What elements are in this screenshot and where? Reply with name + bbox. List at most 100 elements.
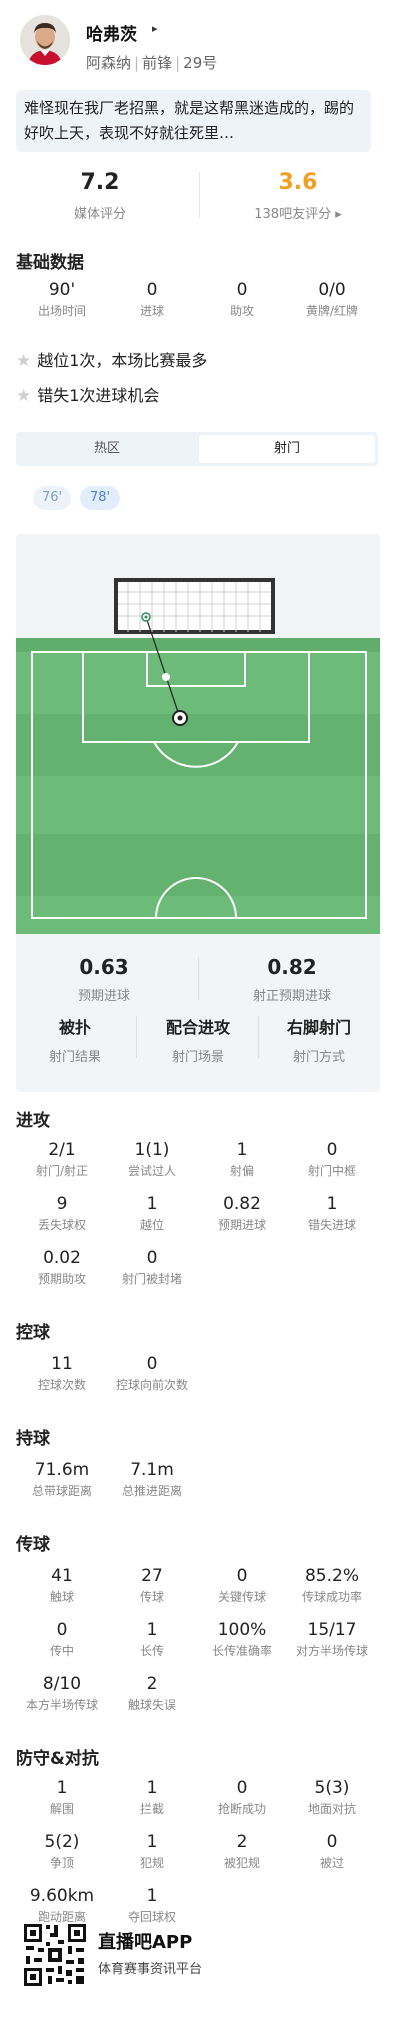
stat-long-ball-accuracy: 100% 长传准确率 [197, 1620, 287, 1659]
stat-label: 长传 [139, 1644, 164, 1658]
shot-result-label: 射门结果 [48, 1050, 101, 1065]
stat-expected-goals: 0.82 预期进球 [197, 1194, 287, 1233]
stat-value: 0.02 [43, 1248, 81, 1268]
stat-opp-half-passes: 15/17 对方半场传球 [287, 1620, 377, 1659]
media-rating-value: 7.2 [80, 170, 120, 195]
fan-rating[interactable]: 3.6 138吧友评分 ▸ [208, 170, 388, 222]
stat-value: 5(2) [44, 1832, 80, 1852]
shot-situation-value: 配合进攻 [165, 1018, 230, 1037]
view-tabs: 热区 射门 [16, 432, 378, 466]
stat-label: 抢断成功 [217, 1802, 266, 1816]
stat-label: 越位 [139, 1218, 164, 1232]
shot-map [16, 578, 380, 934]
stat-dribbles: 1(1) 尝试过人 [107, 1140, 197, 1179]
shot-body-part-label: 射门方式 [292, 1050, 345, 1065]
stat-value: 1 [56, 1778, 68, 1798]
stat-label: 拦截 [139, 1802, 164, 1816]
stat-value: 0/0 [318, 280, 346, 300]
stat-label: 进球 [139, 304, 164, 318]
blocker-marker [162, 673, 170, 681]
stat-value: 100% [217, 1620, 267, 1640]
player-header: 哈弗茨 ▸ 阿森纳 | 前锋 | 29号 [0, 0, 400, 80]
stat-label: 争顶 [49, 1856, 74, 1870]
stat-label: 对方半场传球 [295, 1644, 368, 1658]
caret-right-icon[interactable]: ▸ [152, 22, 158, 35]
stat-value: 71.6m [34, 1460, 90, 1480]
stat-label: 助攻 [229, 304, 254, 318]
stat-label: 控球次数 [37, 1378, 86, 1392]
shot-origin-dot [177, 715, 183, 721]
stat-label: 被过 [319, 1856, 344, 1870]
section-title-attack: 进攻 [16, 1111, 50, 1131]
stat-value: 15/17 [307, 1620, 357, 1640]
stat-value: 0 [236, 280, 248, 300]
stat-label: 丢失球权 [37, 1218, 86, 1232]
stat-touches: 41 触球 [17, 1566, 107, 1605]
attr-divider [136, 1016, 137, 1058]
stat-label: 射门/射正 [35, 1164, 89, 1178]
section-title-carrying: 持球 [16, 1429, 50, 1449]
tab-shots[interactable]: 射门 [199, 435, 375, 463]
stat-pass-accuracy: 85.2% 传球成功率 [287, 1566, 377, 1605]
stat-value: 27 [141, 1566, 163, 1586]
stat-own-half-passes: 8/10 本方半场传球 [17, 1674, 107, 1713]
shot-body-part-value: 右脚射门 [286, 1018, 351, 1037]
stat-value: 9.60km [29, 1886, 95, 1906]
attr-divider [258, 1016, 259, 1058]
tab-heatmap[interactable]: 热区 [19, 435, 195, 463]
stat-shots-off-target: 1 射偏 [197, 1140, 287, 1179]
media-rating: 7.2 媒体评分 [10, 170, 190, 222]
stat-value: 0 [146, 1248, 158, 1268]
section-title-passing: 传球 [16, 1535, 50, 1555]
stat-big-chances-missed: 1 错失进球 [287, 1194, 377, 1233]
stat-minutes: 90' 出场时间 [17, 280, 107, 319]
shot-result: 被扑 射门结果 [20, 1014, 130, 1065]
stat-value: 1 [146, 1194, 158, 1214]
stat-value: 90' [48, 280, 76, 300]
stat-label: 地面对抗 [307, 1802, 356, 1816]
stat-value: 0 [236, 1566, 248, 1586]
stat-label: 长传准确率 [211, 1644, 272, 1658]
stat-key-passes: 0 关键传球 [197, 1566, 287, 1605]
shot-xg-value: 0.63 [79, 955, 129, 979]
stat-recoveries: 1 夺回球权 [107, 1886, 197, 1925]
stat-progressive-carries: 0 控球向前次数 [107, 1354, 197, 1393]
stat-label: 夺回球权 [127, 1910, 176, 1924]
stat-value: 0 [236, 1778, 248, 1798]
stat-dribbled-past: 0 被过 [287, 1832, 377, 1871]
metric-divider [198, 958, 199, 1000]
app-name[interactable]: 直播吧APP [98, 1928, 192, 1954]
highlight-text: 错失1次进球机会 [37, 386, 160, 405]
stat-value: 2/1 [48, 1140, 76, 1160]
player-position: 前锋 [142, 54, 173, 72]
stat-value: 0.82 [223, 1194, 261, 1214]
stat-clearances: 1 解围 [17, 1778, 107, 1817]
shot-xgot-value: 0.82 [267, 955, 317, 979]
stat-ground-duels: 5(3) 地面对抗 [287, 1778, 377, 1817]
stat-value: 1 [146, 1832, 158, 1852]
shot-xg: 0.63 预期进球 [24, 955, 184, 1004]
stat-long-balls: 1 长传 [107, 1620, 197, 1659]
shot-time-chip[interactable]: 76' [33, 486, 71, 510]
fan-rating-label[interactable]: 138吧友评分 ▸ [208, 203, 388, 222]
fan-comment[interactable]: 难怪现在我厂老招黑，就是这帮黑迷造成的，踢的好吹上天，表现不好就往死里… [16, 90, 371, 152]
shot-time-chip-selected[interactable]: 78' [80, 486, 120, 510]
player-avatar[interactable] [20, 15, 70, 65]
stat-label: 预期助攻 [37, 1272, 86, 1286]
stat-goals: 0 进球 [107, 280, 197, 319]
stat-value: 11 [51, 1354, 73, 1374]
stat-label: 总推进距离 [121, 1484, 182, 1498]
stat-value: 1 [236, 1140, 248, 1160]
highlight-offside: ★ 越位1次，本场比赛最多 [16, 347, 207, 371]
stat-tackles-won: 0 抢断成功 [197, 1778, 287, 1817]
qr-code-icon[interactable] [22, 1922, 88, 1988]
star-icon: ★ [16, 351, 32, 371]
player-name[interactable]: 哈弗茨 [86, 20, 137, 45]
stat-distance-covered: 9.60km 跑动距离 [17, 1886, 107, 1925]
stat-label: 黄牌/红牌 [305, 304, 359, 318]
media-rating-label: 媒体评分 [73, 207, 126, 222]
stat-assists: 0 助攻 [197, 280, 287, 319]
club-name: 阿森纳 [86, 54, 132, 72]
shot-situation-label: 射门场景 [171, 1050, 224, 1065]
stat-value: 0 [326, 1140, 338, 1160]
